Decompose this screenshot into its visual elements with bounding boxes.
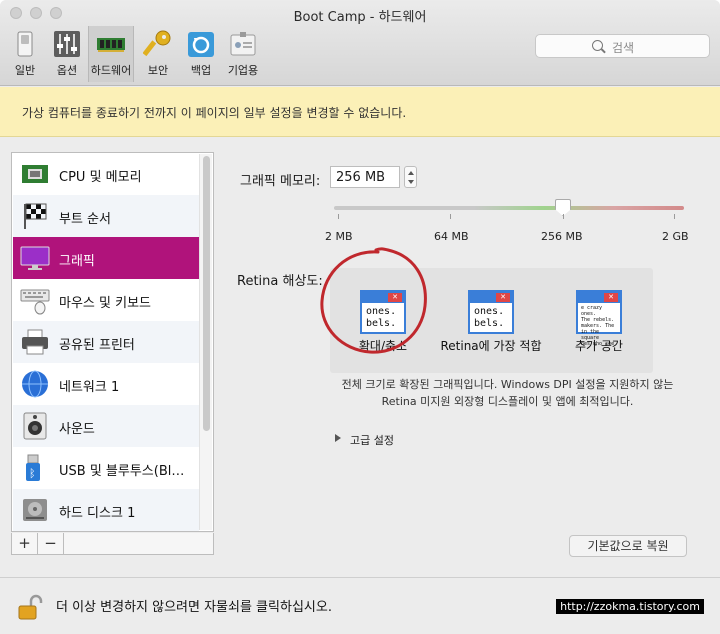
retina-description: 전체 크기로 확장된 그래픽입니다. Windows DPI 설정을 지원하지 … bbox=[330, 376, 685, 410]
toolbar-options[interactable]: 옵션 bbox=[44, 26, 90, 82]
remove-device-button[interactable]: − bbox=[38, 533, 64, 554]
usb-bluetooth-icon: ᛒ bbox=[20, 453, 50, 483]
retina-option-label: Retina에 가장 적합 bbox=[440, 339, 542, 353]
toolbar-options-label: 옵션 bbox=[56, 64, 78, 77]
sidebar-item-label: USB 및 블루투스(Bl… bbox=[59, 464, 185, 479]
boot-order-flag-icon bbox=[20, 201, 50, 231]
sidebar-item-label: 부트 순서 bbox=[59, 212, 111, 227]
sidebar-item-usb-bluetooth[interactable]: ᛒ USB 및 블루투스(Bl… bbox=[13, 447, 199, 489]
search-placeholder: 검색 bbox=[612, 41, 635, 55]
hardware-device-list: CPU 및 메모리 부트 순서 그래픽 마우스 및 키보드 공유된 프린터 네트… bbox=[11, 152, 214, 532]
retina-description-line: Retina 미지원 외장형 디스플레이 및 앱에 최적입니다. bbox=[381, 395, 634, 408]
toolbar-security[interactable]: 보안 bbox=[135, 26, 181, 82]
close-icon: ✕ bbox=[496, 293, 510, 302]
sidebar-item-sound[interactable]: 사운드 bbox=[13, 405, 199, 447]
retina-preview-text: ones. bels. bbox=[474, 306, 505, 329]
cpu-memory-icon bbox=[20, 159, 50, 189]
mouse-keyboard-icon bbox=[20, 285, 50, 315]
toolbar-general-label: 일반 bbox=[14, 64, 36, 77]
lock-instruction-text: 더 이상 변경하지 않으려면 자물쇠를 클릭하십시오. bbox=[56, 600, 332, 615]
sidebar-scrollbar[interactable] bbox=[199, 154, 212, 530]
disclosure-triangle-icon bbox=[335, 434, 341, 442]
slider-tick-label-256mb: 256 MB bbox=[541, 230, 583, 243]
sidebar-item-label: 네트워크 1 bbox=[59, 380, 120, 395]
options-sliders-icon bbox=[52, 29, 82, 59]
sidebar-item-label: 하드 디스크 1 bbox=[59, 506, 136, 521]
search-icon bbox=[592, 40, 603, 51]
warning-banner-text: 가상 컴퓨터를 종료하기 전까지 이 페이지의 일부 설정을 변경할 수 없습니… bbox=[22, 106, 407, 120]
warning-banner: 가상 컴퓨터를 종료하기 전까지 이 페이지의 일부 설정을 변경할 수 없습니… bbox=[0, 87, 720, 137]
window: Boot Camp - 하드웨어 일반 옵션 하드웨어 보안 백업 기업용 검색… bbox=[0, 0, 720, 634]
sidebar-item-mouse-keyboard[interactable]: 마우스 및 키보드 bbox=[13, 279, 199, 321]
slider-tick bbox=[674, 214, 675, 219]
retina-option-best-for-retina[interactable]: ✕ ones. bels. Retina에 가장 적합 bbox=[440, 290, 542, 354]
sidebar-item-label: 마우스 및 키보드 bbox=[59, 296, 151, 311]
sidebar-item-printer[interactable]: 공유된 프린터 bbox=[13, 321, 199, 363]
advanced-settings-disclosure[interactable]: 고급 설정 bbox=[335, 432, 394, 448]
window-title: Boot Camp - 하드웨어 bbox=[293, 10, 427, 25]
advanced-settings-label: 고급 설정 bbox=[350, 434, 394, 447]
add-remove-bar: + − bbox=[11, 533, 214, 555]
printer-icon bbox=[20, 327, 50, 357]
sidebar-item-hard-disk[interactable]: 하드 디스크 1 bbox=[13, 489, 199, 531]
svg-text:ᛒ: ᛒ bbox=[29, 467, 36, 480]
slider-tick-label-2gb: 2 GB bbox=[662, 230, 689, 243]
sidebar-item-network[interactable]: 네트워크 1 bbox=[13, 363, 199, 405]
sidebar-item-boot-order[interactable]: 부트 순서 bbox=[13, 195, 199, 237]
speaker-icon bbox=[20, 411, 50, 441]
enterprise-badge-icon bbox=[228, 29, 258, 59]
sidebar-item-graphics[interactable]: 그래픽 bbox=[13, 237, 199, 279]
backup-icon bbox=[186, 29, 216, 59]
graphics-monitor-icon bbox=[20, 243, 50, 273]
toolbar-backup[interactable]: 백업 bbox=[178, 26, 224, 82]
toolbar-security-label: 보안 bbox=[147, 64, 169, 77]
retina-option-more-space[interactable]: ✕ e crazy ones. The rebels. makers. The in … bbox=[556, 290, 642, 354]
add-device-button[interactable]: + bbox=[12, 533, 38, 554]
watermark: http://zzokma.tistory.com bbox=[556, 599, 704, 614]
retina-preview-window: ✕ e crazy ones. The rebels. makers. The in … bbox=[576, 290, 622, 347]
sidebar-item-label: CPU 및 메모리 bbox=[59, 170, 142, 185]
red-circle-annotation bbox=[320, 247, 427, 354]
key-icon bbox=[142, 29, 173, 59]
slider-tick bbox=[563, 214, 564, 219]
sidebar-item-cpu-memory[interactable]: CPU 및 메모리 bbox=[13, 153, 199, 195]
toolbar-enterprise[interactable]: 기업용 bbox=[220, 26, 266, 82]
graphics-memory-slider[interactable] bbox=[334, 206, 684, 210]
graphics-memory-stepper[interactable] bbox=[404, 166, 417, 188]
toolbar-hardware-label: 하드웨어 bbox=[90, 64, 132, 77]
retina-preview-text: e crazy ones. The rebels. makers. The in th… bbox=[581, 305, 615, 347]
bottom-bar: 더 이상 변경하지 않으려면 자물쇠를 클릭하십시오. http://zzokm… bbox=[0, 577, 720, 634]
network-globe-icon bbox=[20, 369, 50, 399]
memory-chip-icon bbox=[96, 29, 126, 59]
toolbar-hardware[interactable]: 하드웨어 bbox=[88, 26, 134, 82]
toolbar: Boot Camp - 하드웨어 일반 옵션 하드웨어 보안 백업 기업용 검색 bbox=[0, 0, 720, 86]
search-input[interactable]: 검색 bbox=[535, 34, 710, 58]
sidebar-item-label: 공유된 프린터 bbox=[59, 338, 135, 353]
restore-defaults-button[interactable]: 기본값으로 복원 bbox=[569, 535, 687, 557]
slider-tick-label-64mb: 64 MB bbox=[434, 230, 469, 243]
graphics-memory-value: 256 MB bbox=[336, 170, 386, 185]
sidebar-scrollbar-thumb[interactable] bbox=[203, 156, 210, 431]
slider-tick bbox=[450, 214, 451, 219]
unlocked-padlock-icon[interactable] bbox=[18, 594, 44, 620]
slider-tick bbox=[338, 214, 339, 219]
graphics-memory-field[interactable]: 256 MB bbox=[330, 166, 400, 188]
general-switch-icon bbox=[10, 29, 40, 59]
toolbar-general[interactable]: 일반 bbox=[2, 26, 48, 82]
close-icon: ✕ bbox=[604, 293, 618, 302]
toolbar-backup-label: 백업 bbox=[190, 64, 212, 77]
sidebar-item-label: 그래픽 bbox=[59, 254, 95, 269]
retina-description-line: 전체 크기로 확장된 그래픽입니다. Windows DPI 설정을 지원하지 … bbox=[341, 378, 674, 391]
toolbar-enterprise-label: 기업용 bbox=[227, 64, 259, 77]
slider-tick-label-2mb: 2 MB bbox=[325, 230, 353, 243]
retina-resolution-label: Retina 해상도: bbox=[237, 274, 323, 289]
graphics-memory-label: 그래픽 메모리: bbox=[240, 174, 321, 189]
hard-disk-icon bbox=[20, 495, 50, 525]
sidebar-item-label: 사운드 bbox=[59, 422, 95, 437]
retina-preview-window: ✕ ones. bels. bbox=[468, 290, 514, 334]
